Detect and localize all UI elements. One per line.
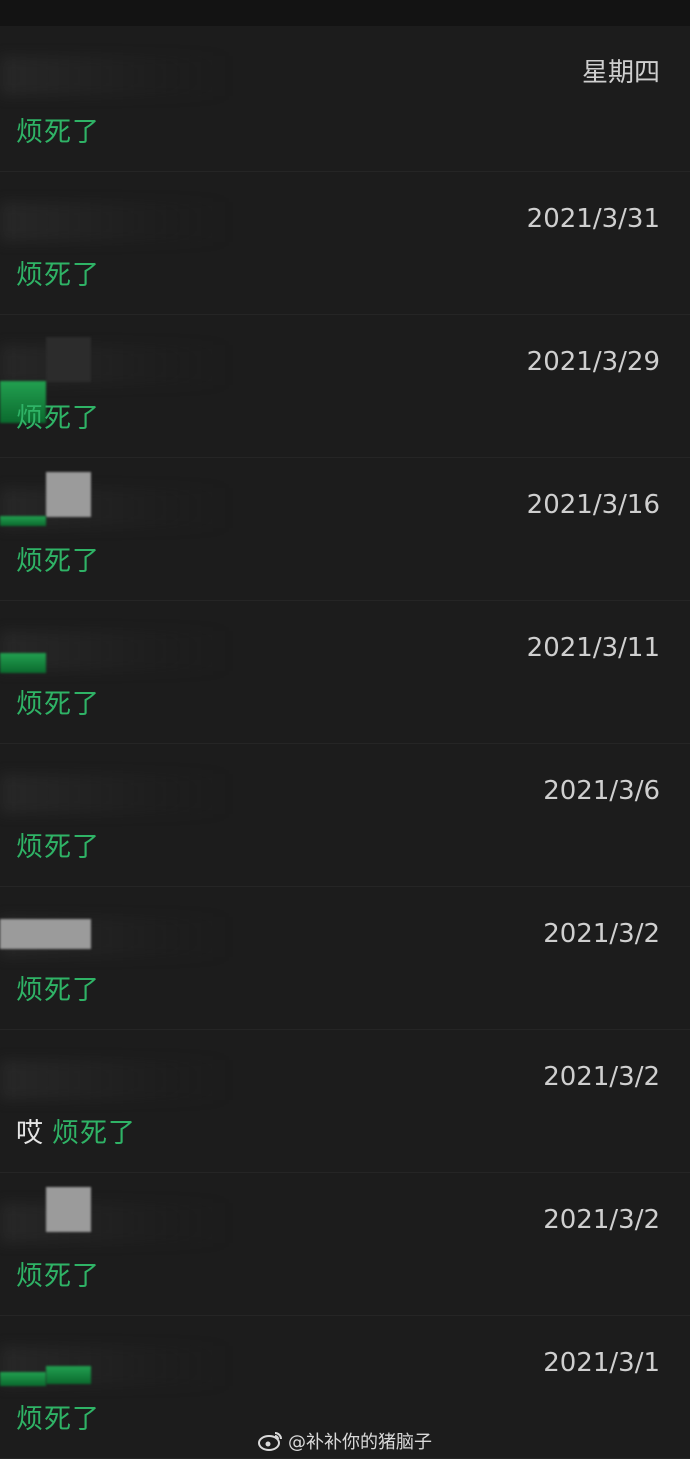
message-preview: 烦死了 <box>16 403 100 435</box>
watermark: @补补你的猪脑子 <box>258 1428 432 1454</box>
blurred-contact-name <box>0 774 230 814</box>
conversation-row[interactable]: 2021/3/2 烦死了 <box>0 1173 690 1316</box>
message-preview: 烦死了 <box>16 260 100 292</box>
mosaic-block <box>46 1366 91 1384</box>
conversation-date: 2021/3/6 <box>543 776 660 806</box>
conversation-row[interactable]: 2021/3/29 烦死了 <box>0 315 690 458</box>
message-text: 烦死了 <box>52 1118 136 1149</box>
conversation-date: 2021/3/16 <box>526 490 660 520</box>
mosaic-block <box>46 472 91 517</box>
message-text: 烦死了 <box>16 117 100 148</box>
blurred-contact-name <box>0 202 230 242</box>
conversation-date: 2021/3/31 <box>526 204 660 234</box>
conversation-list[interactable]: 星期四 烦死了 2021/3/31 烦死了 2021/3/29 烦死了 2021… <box>0 26 690 1459</box>
conversation-row[interactable]: 2021/3/16 烦死了 <box>0 458 690 601</box>
conversation-date: 星期四 <box>581 58 660 88</box>
message-text: 烦死了 <box>16 403 100 434</box>
message-preview: 烦死了 <box>16 975 100 1007</box>
message-preview: 哎烦死了 <box>16 1118 136 1150</box>
conversation-row[interactable]: 2021/3/11 烦死了 <box>0 601 690 744</box>
blurred-contact-name <box>0 56 230 96</box>
message-text: 烦死了 <box>16 260 100 291</box>
conversation-row[interactable]: 2021/3/2 哎烦死了 <box>0 1030 690 1173</box>
message-preview: 烦死了 <box>16 546 100 578</box>
conversation-date: 2021/3/2 <box>543 1062 660 1092</box>
status-bar <box>0 0 690 26</box>
message-preview: 烦死了 <box>16 1404 100 1436</box>
blurred-contact-name <box>0 1203 230 1243</box>
conversation-date: 2021/3/2 <box>543 919 660 949</box>
message-preview: 烦死了 <box>16 1261 100 1293</box>
message-text: 烦死了 <box>16 689 100 720</box>
mosaic-block <box>0 919 91 949</box>
mosaic-block <box>46 337 91 382</box>
mosaic-block <box>0 653 46 673</box>
blurred-contact-name <box>0 345 230 385</box>
mosaic-block <box>0 1372 46 1386</box>
mosaic-block <box>0 516 46 526</box>
message-preview: 烦死了 <box>16 689 100 721</box>
conversation-row[interactable]: 2021/3/31 烦死了 <box>0 172 690 315</box>
message-prefix-text: 哎 <box>16 1118 44 1149</box>
message-preview: 烦死了 <box>16 832 100 864</box>
message-text: 烦死了 <box>16 1261 100 1292</box>
watermark-text: @补补你的猪脑子 <box>288 1432 432 1453</box>
conversation-date: 2021/3/2 <box>543 1205 660 1235</box>
message-text: 烦死了 <box>16 1404 100 1435</box>
conversation-row[interactable]: 2021/3/6 烦死了 <box>0 744 690 887</box>
message-text: 烦死了 <box>16 832 100 863</box>
message-text: 烦死了 <box>16 975 100 1006</box>
message-preview: 烦死了 <box>16 117 100 149</box>
conversation-date: 2021/3/29 <box>526 347 660 377</box>
mosaic-block <box>46 1187 91 1232</box>
blurred-contact-name <box>0 1060 230 1100</box>
message-text: 烦死了 <box>16 546 100 577</box>
conversation-date: 2021/3/11 <box>526 633 660 663</box>
conversation-date: 2021/3/1 <box>543 1348 660 1378</box>
conversation-row[interactable]: 2021/3/2 烦死了 <box>0 887 690 1030</box>
weibo-logo-icon <box>258 1430 284 1452</box>
conversation-row[interactable]: 星期四 烦死了 <box>0 26 690 172</box>
